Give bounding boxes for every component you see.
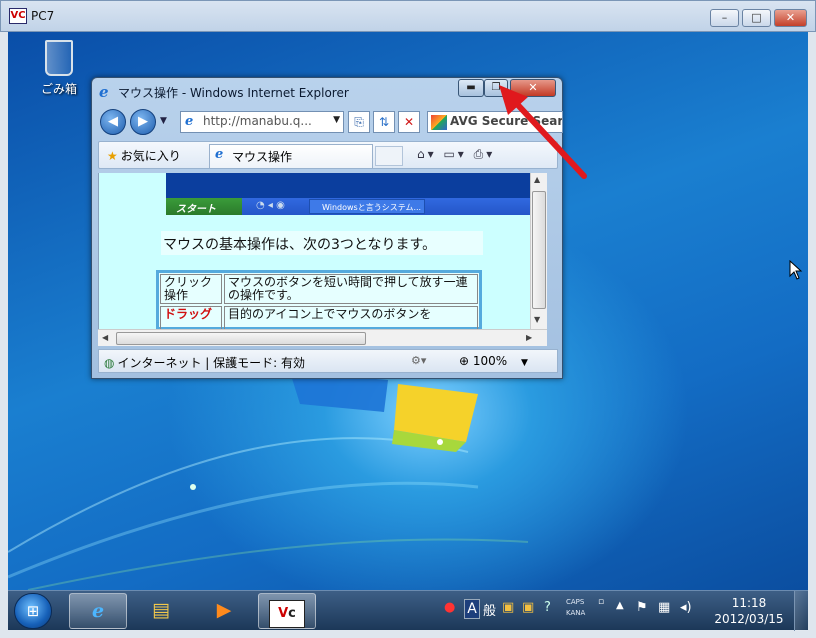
- table-cell-term: クリック操作: [160, 274, 222, 304]
- taskbar-media-player-button[interactable]: ▶: [195, 593, 253, 629]
- taskbar: ⊞ e ▤ ▶ Vc ● A 般 ▣ ▣ ? CAPS KANA ▫ ▲ ⚑ ▦…: [8, 590, 808, 631]
- vnc-close-button[interactable]: ✕: [774, 9, 807, 27]
- vertical-scroll-thumb[interactable]: [532, 191, 546, 309]
- table-cell-term: ドラッグ: [160, 306, 222, 329]
- home-icon[interactable]: ⌂▾: [417, 147, 437, 161]
- page-content[interactable]: スタート ◔ ◂ ◉ Windowsと言うシステム... マウスの基本操作は、次…: [98, 173, 547, 329]
- forward-button[interactable]: ▶: [130, 109, 156, 135]
- status-bar: ◍ インターネット | 保護モード: 有効 ⚙▾ ⊕ 100% ▼: [98, 349, 558, 373]
- tab-label: マウス操作: [232, 150, 293, 164]
- caps-kana-indicator: CAPS KANA: [566, 597, 585, 619]
- show-desktop-button[interactable]: [794, 591, 808, 631]
- scroll-left-icon[interactable]: ◀: [102, 333, 108, 342]
- table-cell-description: マウスのボタンを短い時間で押して放す一連の操作です。: [224, 274, 478, 304]
- tab-ie-icon: e: [215, 147, 224, 162]
- vnc-maximize-button[interactable]: □: [742, 9, 771, 27]
- ie-window[interactable]: e マウス操作 - Windows Internet Explorer ▬ ❐ …: [91, 77, 563, 379]
- avg-search-box[interactable]: AVG Secure Search: [427, 111, 563, 133]
- ime-tools-icon[interactable]: ▣: [502, 600, 514, 615]
- desktop[interactable]: ごみ箱 e マウス操作 - Windows Internet Explorer …: [8, 32, 808, 590]
- show-hidden-icons-icon[interactable]: ▲: [616, 600, 624, 611]
- content-sentence: マウスの基本操作は、次の3つとなります。: [161, 231, 483, 255]
- ime-conversion-mode[interactable]: 般: [483, 600, 496, 619]
- horizontal-scroll-thumb[interactable]: [116, 332, 366, 345]
- globe-icon: ◍: [104, 356, 115, 370]
- favorites-bar: ★ お気に入り e マウス操作 ⌂▾ ▭▾ ⎙▾: [98, 141, 558, 169]
- feeds-icon[interactable]: ▭▾: [443, 147, 466, 161]
- vnc-icon: Vc: [269, 600, 305, 628]
- page-ie-icon: e: [185, 114, 194, 129]
- scroll-down-icon[interactable]: ▼: [534, 315, 540, 324]
- compatibility-view-icon[interactable]: ⎘: [348, 111, 370, 133]
- avg-search-label: AVG Secure Search: [450, 114, 563, 128]
- ie-titlebar[interactable]: e マウス操作 - Windows Internet Explorer ▬ ❐ …: [92, 78, 562, 104]
- clock[interactable]: 11:18 2012/03/15: [704, 595, 794, 627]
- screen: VC PC7 – □ ✕ ごみ箱 e マウス操作 - Windows Inter…: [0, 0, 816, 638]
- mouse-cursor-icon: [789, 260, 803, 280]
- embedded-xp-taskbar: スタート ◔ ◂ ◉ Windowsと言うシステム...: [166, 198, 534, 215]
- help-icon[interactable]: ?: [544, 600, 551, 615]
- operations-table: クリック操作 マウスのボタンを短い時間で押して放す一連の操作です。 ドラッグ 目…: [156, 270, 482, 329]
- refresh-icon[interactable]: ⇅: [373, 111, 395, 133]
- address-dropdown-icon[interactable]: ▼: [333, 115, 340, 125]
- stop-icon[interactable]: ✕: [398, 111, 420, 133]
- vertical-scrollbar[interactable]: ▲ ▼: [530, 173, 547, 329]
- scroll-up-icon[interactable]: ▲: [534, 175, 540, 184]
- address-bar[interactable]: e http://manabu.q... ▼: [180, 111, 344, 133]
- zoom-dropdown-icon[interactable]: ▼: [521, 358, 528, 368]
- clock-time: 11:18: [731, 596, 767, 610]
- zone-label: インターネット | 保護モード: 有効: [117, 356, 306, 370]
- horizontal-scrollbar[interactable]: ◀ ▶: [98, 329, 547, 346]
- volume-icon[interactable]: ◂): [680, 600, 692, 615]
- recycle-bin-label: ごみ箱: [40, 82, 77, 96]
- favorites-label: お気に入り: [120, 149, 181, 163]
- vnc-window-title: PC7: [31, 9, 55, 23]
- ie-close-button[interactable]: ✕: [510, 79, 556, 97]
- new-tab-button[interactable]: [375, 146, 403, 166]
- ie-restore-button[interactable]: ❐: [484, 79, 508, 97]
- star-icon: ★: [107, 149, 118, 163]
- network-icon[interactable]: ▦: [658, 600, 670, 615]
- scroll-right-icon[interactable]: ▶: [526, 333, 532, 342]
- ie-navigation-bar: ◀ ▶ ▼ e http://manabu.q... ▼ ⎘ ⇅ ✕ AVG S…: [98, 107, 563, 137]
- protected-mode-settings-icon[interactable]: ⚙▾: [411, 354, 426, 367]
- security-zone[interactable]: ◍ インターネット | 保護モード: 有効: [104, 354, 305, 371]
- ime-icon[interactable]: ●: [444, 600, 455, 615]
- embedded-start-button: スタート: [166, 198, 242, 215]
- tab-current-page[interactable]: e マウス操作: [209, 144, 373, 168]
- caps-label: CAPS: [566, 598, 585, 606]
- ime-pad-icon[interactable]: ▣: [522, 600, 534, 615]
- vnc-app-icon: VC: [9, 8, 27, 24]
- embedded-quicklaunch-icons: ◔ ◂ ◉: [256, 200, 285, 211]
- vnc-minimize-button[interactable]: –: [710, 9, 739, 27]
- address-text: http://manabu.q...: [203, 114, 312, 128]
- start-button[interactable]: ⊞: [14, 593, 52, 629]
- command-bar: ⌂▾ ▭▾ ⎙▾: [417, 147, 495, 162]
- taskbar-vnc-button[interactable]: Vc: [258, 593, 316, 629]
- clock-date: 2012/03/15: [714, 612, 784, 626]
- back-button[interactable]: ◀: [100, 109, 126, 135]
- embedded-task-button: Windowsと言うシステム...: [309, 199, 425, 214]
- ie-logo-icon: e: [99, 83, 109, 101]
- taskbar-ie-button[interactable]: e: [69, 593, 127, 629]
- recent-pages-dropdown-icon[interactable]: ▼: [160, 116, 167, 126]
- ime-mode-indicator[interactable]: A: [464, 599, 480, 619]
- favorites-button[interactable]: ★ お気に入り: [107, 147, 181, 164]
- zoom-icon: ⊕: [459, 354, 470, 368]
- avg-logo-icon: [431, 115, 447, 130]
- ie-window-title: マウス操作 - Windows Internet Explorer: [118, 86, 349, 100]
- action-center-flag-icon[interactable]: ⚑: [636, 600, 648, 615]
- taskbar-explorer-button[interactable]: ▤: [132, 593, 190, 629]
- print-icon[interactable]: ⎙▾: [474, 147, 496, 161]
- table-cell-description: 目的のアイコン上でマウスのボタンを: [224, 306, 478, 329]
- trash-can-icon: [45, 40, 73, 76]
- kana-label: KANA: [566, 609, 586, 617]
- recycle-bin-icon[interactable]: ごみ箱: [34, 40, 84, 97]
- restore-langbar-icon[interactable]: ▫: [598, 597, 604, 607]
- zoom-control[interactable]: ⊕ 100% ▼: [459, 354, 528, 368]
- zoom-level: 100%: [472, 354, 508, 368]
- vnc-window-titlebar[interactable]: VC PC7 – □ ✕: [0, 0, 816, 32]
- ie-minimize-button[interactable]: ▬: [458, 79, 484, 97]
